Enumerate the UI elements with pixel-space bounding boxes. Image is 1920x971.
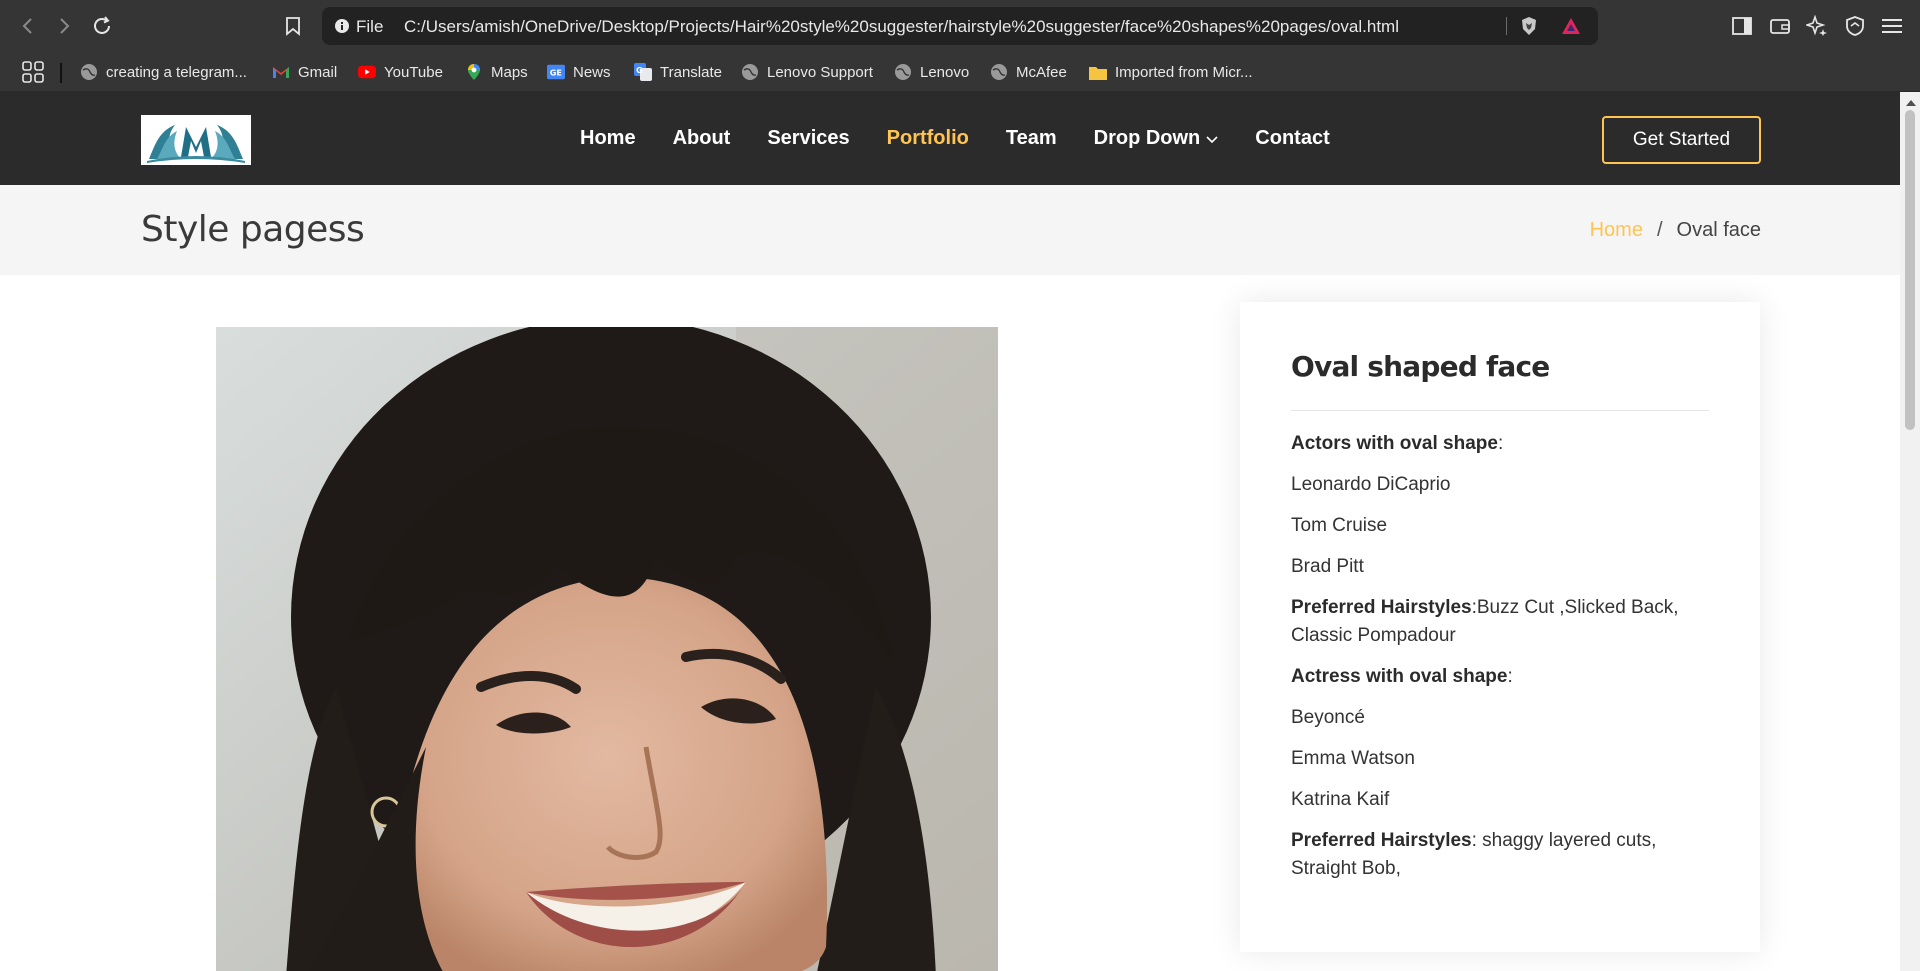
brave-rewards-icon[interactable] xyxy=(1560,15,1582,37)
nav-drop-down[interactable]: Drop Down xyxy=(1094,127,1219,150)
brave-shield-icon[interactable] xyxy=(1518,15,1540,37)
apps-grid-icon[interactable] xyxy=(22,61,44,83)
bookmark-maps[interactable]: Maps xyxy=(465,60,528,84)
actresses-heading: Actress with oval shape: xyxy=(1291,663,1709,691)
bookmark-label: Imported from Micr... xyxy=(1115,63,1253,81)
address-bar[interactable]: File C:/Users/amish/OneDrive/Desktop/Pro… xyxy=(322,7,1598,45)
actors-suffix: : xyxy=(1497,433,1504,454)
bookmarks-divider xyxy=(60,63,62,83)
web-page: Home About Services Portfolio Team Drop … xyxy=(0,92,1900,971)
main-nav: Home About Services Portfolio Team Drop … xyxy=(580,92,1367,185)
bookmark-news[interactable]: GE News xyxy=(547,60,611,84)
breadcrumb-separator: / xyxy=(1656,219,1663,241)
nav-portfolio[interactable]: Portfolio xyxy=(887,127,969,150)
browser-toolbar: File C:/Users/amish/OneDrive/Desktop/Pro… xyxy=(0,0,1920,52)
nav-contact[interactable]: Contact xyxy=(1255,127,1329,150)
svg-text:GE: GE xyxy=(550,68,562,78)
bookmark-label: Lenovo Support xyxy=(767,63,873,81)
actor-item: Tom Cruise xyxy=(1291,515,1388,536)
url-text[interactable]: C:/Users/amish/OneDrive/Desktop/Projects… xyxy=(404,17,1399,37)
breadcrumb: Style pagess Home / Oval face xyxy=(0,185,1900,275)
sidebar-icon[interactable] xyxy=(1730,14,1754,38)
bookmark-label: Maps xyxy=(491,63,528,81)
actors-heading: Actors with oval shape: xyxy=(1291,430,1709,458)
info-title: Oval shaped face xyxy=(1291,350,1550,383)
scrollbar-thumb[interactable] xyxy=(1905,110,1915,430)
site-logo[interactable] xyxy=(141,115,251,165)
actresses-suffix: : xyxy=(1507,666,1513,687)
gmail-icon xyxy=(272,63,290,81)
folder-icon xyxy=(1089,63,1107,81)
wallet-icon[interactable] xyxy=(1768,14,1792,38)
news-icon: GE xyxy=(547,63,565,81)
actress-hairstyles: Preferred Hairstyles: shaggy layered cut… xyxy=(1291,827,1709,883)
nav-services[interactable]: Services xyxy=(767,127,849,150)
site-header: Home About Services Portfolio Team Drop … xyxy=(0,92,1900,185)
bookmarks-bar: creating a telegram... Gmail YouTube Map… xyxy=(0,52,1920,92)
bookmark-lenovo[interactable]: Lenovo xyxy=(894,60,969,84)
bookmark-youtube[interactable]: YouTube xyxy=(358,60,443,84)
actress-hairstyles-label: Preferred Hairstyles xyxy=(1291,830,1472,851)
bookmark-translate[interactable]: G Translate xyxy=(634,60,722,84)
actress-item: Katrina Kaif xyxy=(1291,789,1390,810)
translate-icon: G xyxy=(634,63,652,81)
url-divider xyxy=(1506,17,1507,35)
youtube-icon xyxy=(358,63,376,81)
bookmark-label: McAfee xyxy=(1016,63,1067,81)
bookmark-label: Gmail xyxy=(298,63,338,81)
bookmark-mcafee[interactable]: McAfee xyxy=(990,60,1067,84)
breadcrumb-current: Oval face xyxy=(1676,219,1761,241)
info-icon[interactable] xyxy=(332,16,352,36)
actor-hairstyles-label: Preferred Hairstyles xyxy=(1291,597,1472,618)
nav-drop-down-label: Drop Down xyxy=(1093,127,1201,149)
info-list: Actors with oval shape: Leonardo DiCapri… xyxy=(1291,430,1709,896)
actors-label: Actors with oval shape xyxy=(1291,433,1498,454)
maps-icon xyxy=(465,63,483,81)
bookmark-icon[interactable] xyxy=(279,12,307,40)
bookmark-label: YouTube xyxy=(384,63,443,81)
breadcrumb-home-link[interactable]: Home xyxy=(1590,219,1643,242)
bookmark-telegram[interactable]: creating a telegram... xyxy=(80,60,247,84)
actress-item: Beyoncé xyxy=(1291,707,1365,728)
svg-text:G: G xyxy=(636,66,643,75)
globe-icon xyxy=(894,63,912,81)
url-scheme: File xyxy=(356,17,384,36)
bookmark-folder-imported[interactable]: Imported from Micr... xyxy=(1089,60,1253,84)
leo-ai-icon[interactable] xyxy=(1805,14,1829,38)
menu-icon[interactable] xyxy=(1880,14,1904,38)
nav-about[interactable]: About xyxy=(673,127,731,150)
actor-item: Leonardo DiCaprio xyxy=(1291,474,1451,495)
scroll-up-arrow-icon[interactable] xyxy=(1906,100,1916,106)
vpn-icon[interactable] xyxy=(1843,14,1867,38)
bookmark-lenovo-support[interactable]: Lenovo Support xyxy=(741,60,873,84)
globe-icon xyxy=(80,63,98,81)
get-started-button[interactable]: Get Started xyxy=(1602,116,1761,164)
bookmark-label: News xyxy=(573,63,611,81)
face-shape-info-card: Oval shaped face Actors with oval shape:… xyxy=(1240,302,1760,952)
actresses-label: Actress with oval shape xyxy=(1291,666,1508,687)
bookmark-label: creating a telegram... xyxy=(106,63,247,81)
bookmark-gmail[interactable]: Gmail xyxy=(272,60,337,84)
page-scrollbar[interactable] xyxy=(1900,92,1920,971)
breadcrumb-trail: Home / Oval face xyxy=(1590,219,1761,242)
bookmark-label: Translate xyxy=(660,63,722,81)
nav-team[interactable]: Team xyxy=(1006,127,1057,150)
actress-item: Emma Watson xyxy=(1291,748,1415,769)
bookmark-label: Lenovo xyxy=(920,63,970,81)
forward-button[interactable] xyxy=(50,12,78,40)
back-button[interactable] xyxy=(14,12,42,40)
divider xyxy=(1291,410,1709,411)
globe-icon xyxy=(741,63,759,81)
actor-item: Brad Pitt xyxy=(1291,556,1364,577)
reload-button[interactable] xyxy=(88,12,116,40)
nav-home[interactable]: Home xyxy=(580,127,636,150)
chevron-down-icon xyxy=(1206,133,1218,145)
oval-face-portrait-image xyxy=(216,327,998,971)
actor-hairstyles: Preferred Hairstyles:Buzz Cut ,Slicked B… xyxy=(1291,594,1709,650)
page-title: Style pagess xyxy=(141,209,365,250)
globe-icon xyxy=(990,63,1008,81)
